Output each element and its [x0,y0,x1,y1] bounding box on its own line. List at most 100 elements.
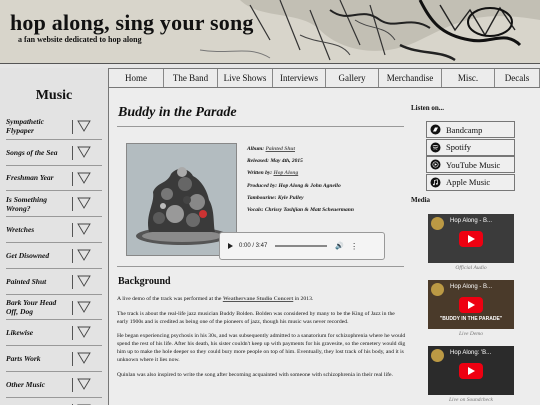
nav-item-live-shows[interactable]: Live Shows [218,69,273,87]
chevron-down-icon[interactable] [77,172,91,184]
article-title: Buddy in the Parade [118,105,237,120]
media-title: Media [411,196,431,204]
separator [72,326,73,341]
volume-icon[interactable]: 🔊 [335,242,344,250]
play-icon[interactable] [228,243,233,249]
sidebar-item[interactable]: Likewise [6,320,102,347]
concert-link[interactable]: Weathervаne Studio Concert [223,296,293,302]
separator [72,197,73,212]
video-thumbnail[interactable]: Hop Along - B... [428,214,514,263]
song-metadata: Album: Painted Shut Released: May 4th, 2… [247,146,407,219]
youtube-music-icon [430,159,441,170]
background-text: A live demo of the track was performed a… [117,296,407,386]
nav-item-home[interactable]: Home [109,69,164,87]
listen-label: YouTube Music [446,159,501,170]
sidebar-item[interactable]: Wretches [6,217,102,243]
video-title: Hop Along: 'B... [450,350,492,356]
chevron-down-icon[interactable] [77,120,91,132]
chevron-down-icon[interactable] [77,249,91,261]
album-link[interactable]: Painted Shut [266,146,296,152]
writer-link[interactable]: Hop Along [273,170,298,176]
separator [72,120,73,134]
video-caption: Live on Soundcheck [449,397,493,403]
listen-spotify-button[interactable]: Spotify [426,138,515,156]
channel-avatar [431,283,444,296]
sidebar-item[interactable]: Parts Work [6,346,102,372]
nav-item-interviews[interactable]: Interviews [273,69,326,87]
audio-player[interactable]: 0:00 / 3:47 🔊 ⋮ [219,232,385,260]
written-label: Written by: [247,170,273,177]
video-caption: Live Demo [459,331,483,337]
separator [72,223,73,238]
site-banner: hop along, sing your song a fan website … [0,0,540,64]
sidebar-item[interactable]: Painted Shut [6,269,102,295]
play-icon[interactable] [459,231,483,247]
chevron-down-icon[interactable] [77,223,91,236]
listen-youtube-music-button[interactable]: YouTube Music [426,156,515,173]
channel-avatar [431,217,444,230]
chevron-down-icon[interactable] [77,352,91,365]
listen-label: Apple Music [446,177,491,187]
chevron-down-icon[interactable] [77,146,91,158]
meta-tambourine: Tambourine: Kyle Pulley [247,194,304,201]
divider [117,266,404,267]
separator [72,352,73,367]
play-icon[interactable] [459,297,483,313]
sidebar-item-label: Songs of the Sea [6,147,58,157]
audio-time: 0:00 / 3:47 [239,243,268,249]
sidebar-item-label: Bark Your Head Off, Dog [6,297,57,316]
nav-item-gallery[interactable]: Gallery [326,69,379,87]
paragraph: The track is about the real-life jazz mu… [117,310,395,325]
video-thumbnail[interactable]: Hop Along: 'B... [428,346,514,395]
nav-item-decals[interactable]: Decals [495,69,540,87]
sidebar-item[interactable]: Freshman Year [6,166,102,192]
sidebar-item[interactable]: Other Music [6,372,102,398]
main-nav: Home The Band Live Shows Interviews Gallery M… [109,68,540,88]
sidebar-item-label: Is Something Wrong? [6,194,48,213]
separator [72,171,73,186]
right-column: Listen on... Bandcamp Spotify YouTube Musi… [405,88,540,405]
listen-bandcamp-button[interactable]: Bandcamp [426,121,515,138]
separator [72,300,73,315]
listen-label: Bandcamp [446,124,483,135]
site-subtitle: a fan website dedicated to hop along [18,35,142,44]
nav-item-the-band[interactable]: The Band [164,69,218,87]
video-caption: Official Audio [455,265,487,271]
sidebar-item[interactable]: Is Something Wrong? [6,191,102,218]
chevron-down-icon[interactable] [77,301,91,313]
more-options-icon[interactable]: ⋮ [350,242,358,251]
separator [72,145,73,160]
listen-label: Spotify [446,142,472,152]
sidebar-item-label: Sympathetic Flypaper [6,117,44,136]
sidebar-item-label: Likewise [6,328,34,338]
sidebar-item[interactable]: Sympathetic Flypaper [6,114,102,140]
meta-produced: Produced by: Hop Along & John Agnello [247,182,341,189]
sidebar-item-label: Other Music [6,379,45,389]
sidebar-item[interactable]: Get Disowned [6,243,102,269]
channel-avatar [431,349,444,362]
video-title: Hop Along - B... [450,284,493,290]
sidebar-item-label: Freshman Year [6,173,54,183]
sidebar-item[interactable]: Covers [6,398,102,405]
listen-apple-music-button[interactable]: Apple Music [426,173,515,191]
chevron-down-icon[interactable] [77,197,91,210]
video-overlay-text: "BUDDY IN THE PARADE" [439,316,503,322]
meta-written: Written by: Hop Along [247,170,407,182]
meta-released: Released: May 4th, 2015 [247,158,303,165]
paragraph: He began experiencing psychosis in his 3… [117,333,406,363]
sidebar-item[interactable]: Bark Your Head Off, Dog [6,295,102,321]
sidebar-item-label: Parts Work [6,354,41,364]
play-icon[interactable] [459,363,483,379]
sidebar-list: Sympathetic Flypaper Songs of the Sea Fres… [0,114,108,405]
chevron-down-icon[interactable] [77,326,91,339]
chevron-down-icon[interactable] [77,275,91,287]
nav-item-merchandise[interactable]: Merchandise [379,69,442,87]
music-sidebar: Music Sympathetic Flypaper Songs of the S… [0,68,109,405]
chevron-down-icon[interactable] [77,378,91,390]
site-title[interactable]: hop along, sing your song [10,10,254,36]
video-thumbnail[interactable]: Hop Along - B... "BUDDY IN THE PARADE" [428,280,514,329]
sidebar-item[interactable]: Songs of the Sea [6,140,102,166]
audio-progress[interactable] [275,245,328,247]
nav-item-misc[interactable]: Misc. [442,69,495,87]
sidebar-item-label: Wretches [6,225,35,235]
